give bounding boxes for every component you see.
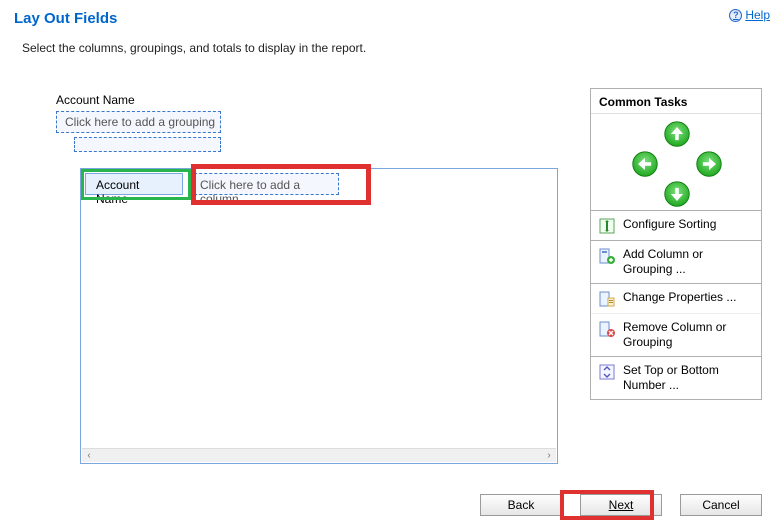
scroll-right-arrow[interactable]: › [542,450,556,461]
help-link[interactable]: ? Help [729,8,770,22]
task-remove-column[interactable]: Remove Column or Grouping [591,313,761,356]
properties-icon [599,291,615,307]
add-grouping-placeholder[interactable]: Click here to add a grouping [56,111,221,133]
arrow-left-button[interactable] [631,150,659,178]
report-canvas: Account Name Click here to add a column … [80,168,558,464]
arrow-pad [591,114,761,210]
layout-area: Account Name Click here to add a groupin… [22,88,577,464]
task-label: Configure Sorting [623,217,753,232]
task-label: Remove Column or Grouping [623,320,753,350]
footer-buttons: Back Next Cancel [480,494,762,516]
task-change-properties[interactable]: Change Properties ... [591,284,761,313]
arrow-down-button[interactable] [663,180,691,208]
next-button[interactable]: Next [580,494,662,516]
canvas-h-scrollbar[interactable]: ‹ › [82,448,556,462]
top-bottom-icon [599,364,615,380]
arrow-up-button[interactable] [663,120,691,148]
remove-column-icon [599,321,615,337]
cancel-button[interactable]: Cancel [680,494,762,516]
add-column-placeholder[interactable]: Click here to add a column [189,173,339,195]
sort-icon [599,218,615,234]
common-tasks-panel: Common Tasks Configure Sorting Add Colum… [590,88,762,400]
task-label: Set Top or Bottom Number ... [623,363,753,393]
group-field-label: Account Name [22,88,577,111]
panel-header: Common Tasks [591,89,761,114]
back-button[interactable]: Back [480,494,562,516]
add-column-icon [599,248,615,264]
arrow-right-button[interactable] [695,150,723,178]
task-top-bottom[interactable]: Set Top or Bottom Number ... [591,357,761,399]
task-configure-sorting[interactable]: Configure Sorting [591,211,761,240]
task-label: Add Column or Grouping ... [623,247,753,277]
instruction-text: Select the columns, groupings, and total… [0,33,784,71]
column-account-name[interactable]: Account Name [85,173,183,195]
scroll-left-arrow[interactable]: ‹ [82,450,96,461]
task-label: Change Properties ... [623,290,753,305]
help-icon: ? [729,9,742,22]
page-title: Lay Out Fields [14,10,770,27]
grouping-subrow[interactable] [74,137,221,152]
help-label: Help [745,8,770,22]
task-add-column[interactable]: Add Column or Grouping ... [591,241,761,283]
